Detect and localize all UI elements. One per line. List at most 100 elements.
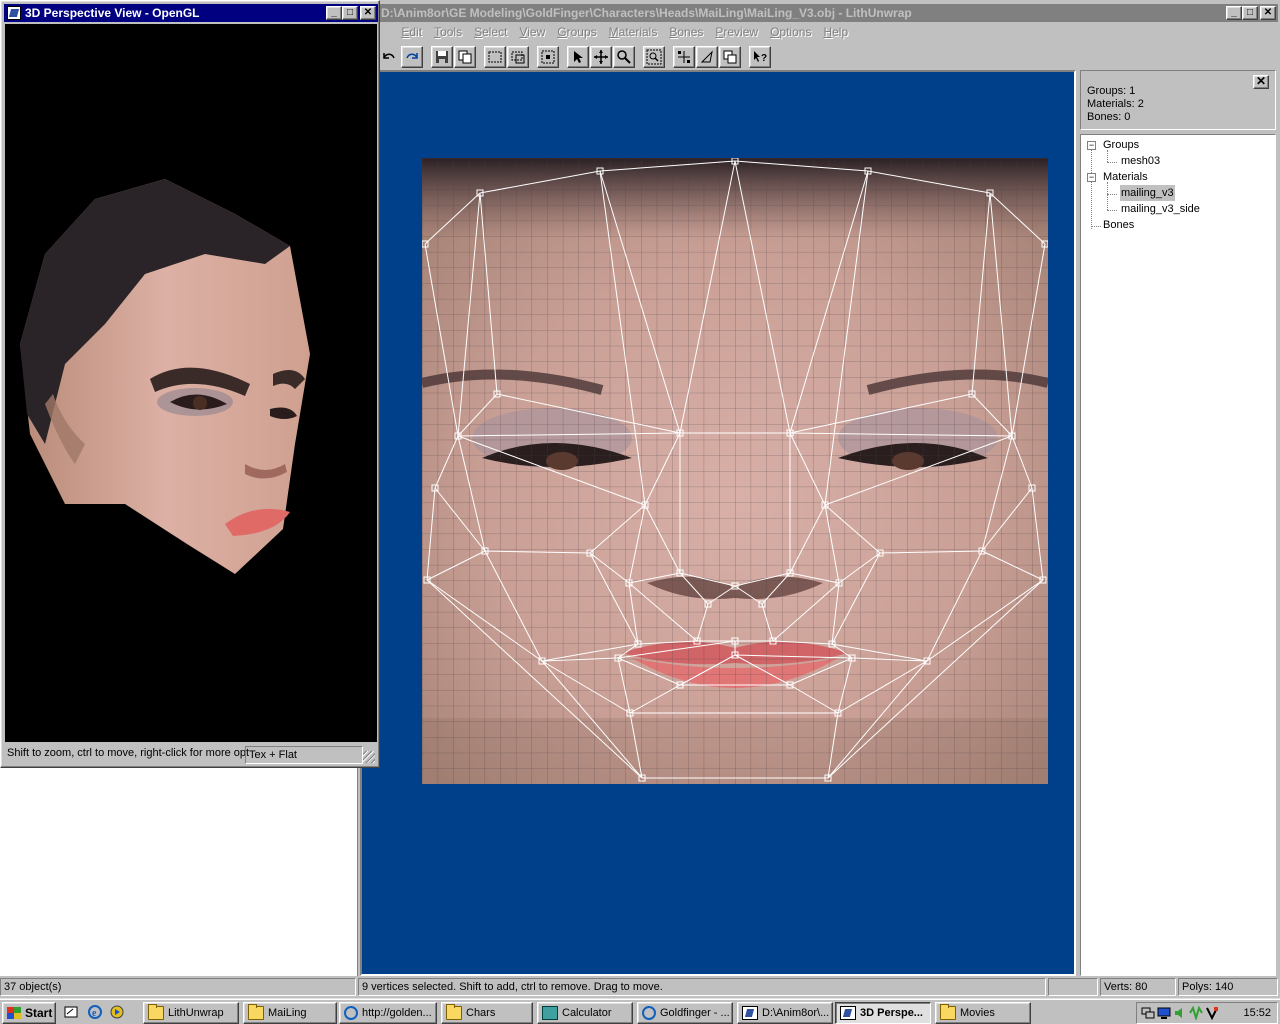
start-button[interactable]: Start [2,1002,56,1024]
maximize-button[interactable]: □ [342,6,358,20]
taskbar-button[interactable]: MaiLing [243,1002,337,1024]
taskbar-button[interactable]: Movies [935,1002,1031,1024]
main-window-titlebar[interactable]: D:\Anim8or\GE Modeling\GoldFinger\Charac… [360,4,1278,22]
tree-node-bones[interactable]: Bones [1085,217,1265,233]
taskbar-button[interactable]: Goldfinger - ... [637,1002,733,1024]
close-panel-button[interactable]: ✕ [1253,75,1269,89]
rect-select-icon[interactable] [484,46,506,68]
minimize-button[interactable]: _ [1226,6,1242,20]
network-icon[interactable] [1141,1006,1155,1020]
taskbar-button-label: Calculator [562,1007,612,1019]
menu-preview[interactable]: Preview [709,25,764,39]
tree-group-label: mesh03 [1121,155,1161,167]
status-verts: Verts: 80 [1100,978,1176,996]
status-polys: Polys: 140 [1178,978,1278,996]
tree-node-materials[interactable]: − Materials [1085,169,1265,185]
move-icon[interactable] [590,46,612,68]
collapse-materials-icon[interactable]: − [1087,173,1096,182]
menu-bar: FileEditToolsSelectViewGroupsMaterialsBo… [360,22,1278,42]
perspective-hint: Shift to zoom, ctrl to move, right-click… [7,747,250,759]
copy-icon[interactable] [454,46,476,68]
ie-icon [344,1006,358,1020]
taskbar-button-label: LithUnwrap [168,1007,224,1019]
tree-item-group[interactable]: mesh03 [1085,153,1265,169]
lithunwrap-icon [742,1006,758,1020]
system-tray: 15:52 [1136,1002,1278,1024]
lithunwrap-icon [840,1006,856,1020]
minimize-button[interactable]: _ [326,6,342,20]
show-desktop-icon[interactable] [63,1004,79,1020]
bones-count: Bones: 0 [1087,111,1131,123]
taskbar-button[interactable]: D:\Anim8or\... [737,1002,833,1024]
wave-icon[interactable] [1189,1005,1203,1022]
taskbar-button[interactable]: Chars [441,1002,533,1024]
undo-icon[interactable] [378,46,400,68]
menu-view[interactable]: View [513,25,551,39]
display-icon[interactable] [1157,1006,1171,1020]
vendor-tray-icon[interactable] [1205,1006,1219,1021]
taskbar: Start e LithUnwrap MaiLing http://golden..… [0,998,1280,1024]
tree-groups-label: Groups [1103,139,1140,151]
resize-grip-icon[interactable] [363,751,375,763]
internet-explorer-icon[interactable]: e [87,1004,103,1020]
select-all-icon[interactable] [537,46,559,68]
uv-grid [422,158,1048,784]
status-bar: 37 object(s) 9 vertices selected. Shift … [0,976,1280,998]
zoom-extents-icon[interactable] [643,46,665,68]
add-vertex-icon[interactable] [673,46,695,68]
save-icon[interactable] [431,46,453,68]
audio-icon[interactable] [1173,1006,1187,1020]
pointer-icon[interactable] [567,46,589,68]
uv-texture-map[interactable] [422,158,1048,784]
tree-item-material[interactable]: mailing_v3_side [1085,201,1265,217]
taskbar-button-label: http://golden... [362,1007,432,1019]
menu-select[interactable]: Select [468,25,513,39]
object-list-panel[interactable] [0,768,358,976]
taskbar-button-label: MaiLing [268,1007,307,1019]
maximize-button[interactable]: □ [1242,6,1258,20]
tree-node-groups[interactable]: − Groups [1085,137,1265,153]
triangle-icon[interactable] [696,46,718,68]
rect-deselect-icon[interactable] [507,46,529,68]
tree-item-material[interactable]: mailing_v3 [1085,185,1265,201]
menu-tools[interactable]: Tools [428,25,468,39]
menu-groups[interactable]: Groups [551,25,602,39]
groups-count: Groups: 1 [1087,85,1136,97]
media-player-icon[interactable] [109,1004,125,1020]
copy-face-icon[interactable] [719,46,741,68]
materials-count: Materials: 2 [1087,98,1144,110]
uv-editor-viewport[interactable] [360,70,1076,976]
tree-material-label: mailing_v3_side [1121,203,1200,215]
menu-options[interactable]: Options [764,25,817,39]
taskbar-button-label: D:\Anim8or\... [762,1007,830,1019]
main-window-title: D:\Anim8or\GE Modeling\GoldFinger\Charac… [381,6,912,20]
help-icon[interactable]: ? [749,46,771,68]
zoom-icon[interactable] [613,46,635,68]
taskbar-button[interactable]: Calculator [537,1002,633,1024]
redo-icon[interactable] [401,46,423,68]
taskbar-button[interactable]: 3D Perspe... [835,1002,931,1024]
menu-edit[interactable]: Edit [395,25,428,39]
close-button[interactable]: ✕ [1260,6,1276,20]
opengl-viewport[interactable] [5,24,377,742]
status-empty [1048,978,1098,996]
taskbar-button[interactable]: LithUnwrap [143,1002,239,1024]
collapse-groups-icon[interactable]: − [1087,141,1096,150]
mesh-info-panel: ✕ Groups: 1 Materials: 2 Bones: 0 [1080,70,1276,130]
perspective-window[interactable]: 3D Perspective View - OpenGL _ □ ✕ Shift… [0,0,380,768]
head-3d-render [20,179,310,574]
menu-help[interactable]: Help [817,25,854,39]
taskbar-button[interactable]: http://golden... [339,1002,437,1024]
calculator-icon [542,1006,558,1020]
render-mode-field[interactable]: Tex + Flat [245,746,363,764]
folder-icon [446,1004,462,1020]
taskbar-button-label: Movies [960,1007,995,1019]
menu-materials[interactable]: Materials [603,25,664,39]
tree-materials-label: Materials [1103,171,1148,183]
folder-icon [940,1004,956,1020]
status-objects: 37 object(s) [0,978,356,996]
perspective-window-titlebar[interactable]: 3D Perspective View - OpenGL _ □ ✕ [4,4,378,22]
close-button[interactable]: ✕ [360,6,376,20]
scene-tree: − Groups mesh03 − Materials mailing_v3 m… [1080,134,1276,976]
menu-bones[interactable]: Bones [663,25,709,39]
